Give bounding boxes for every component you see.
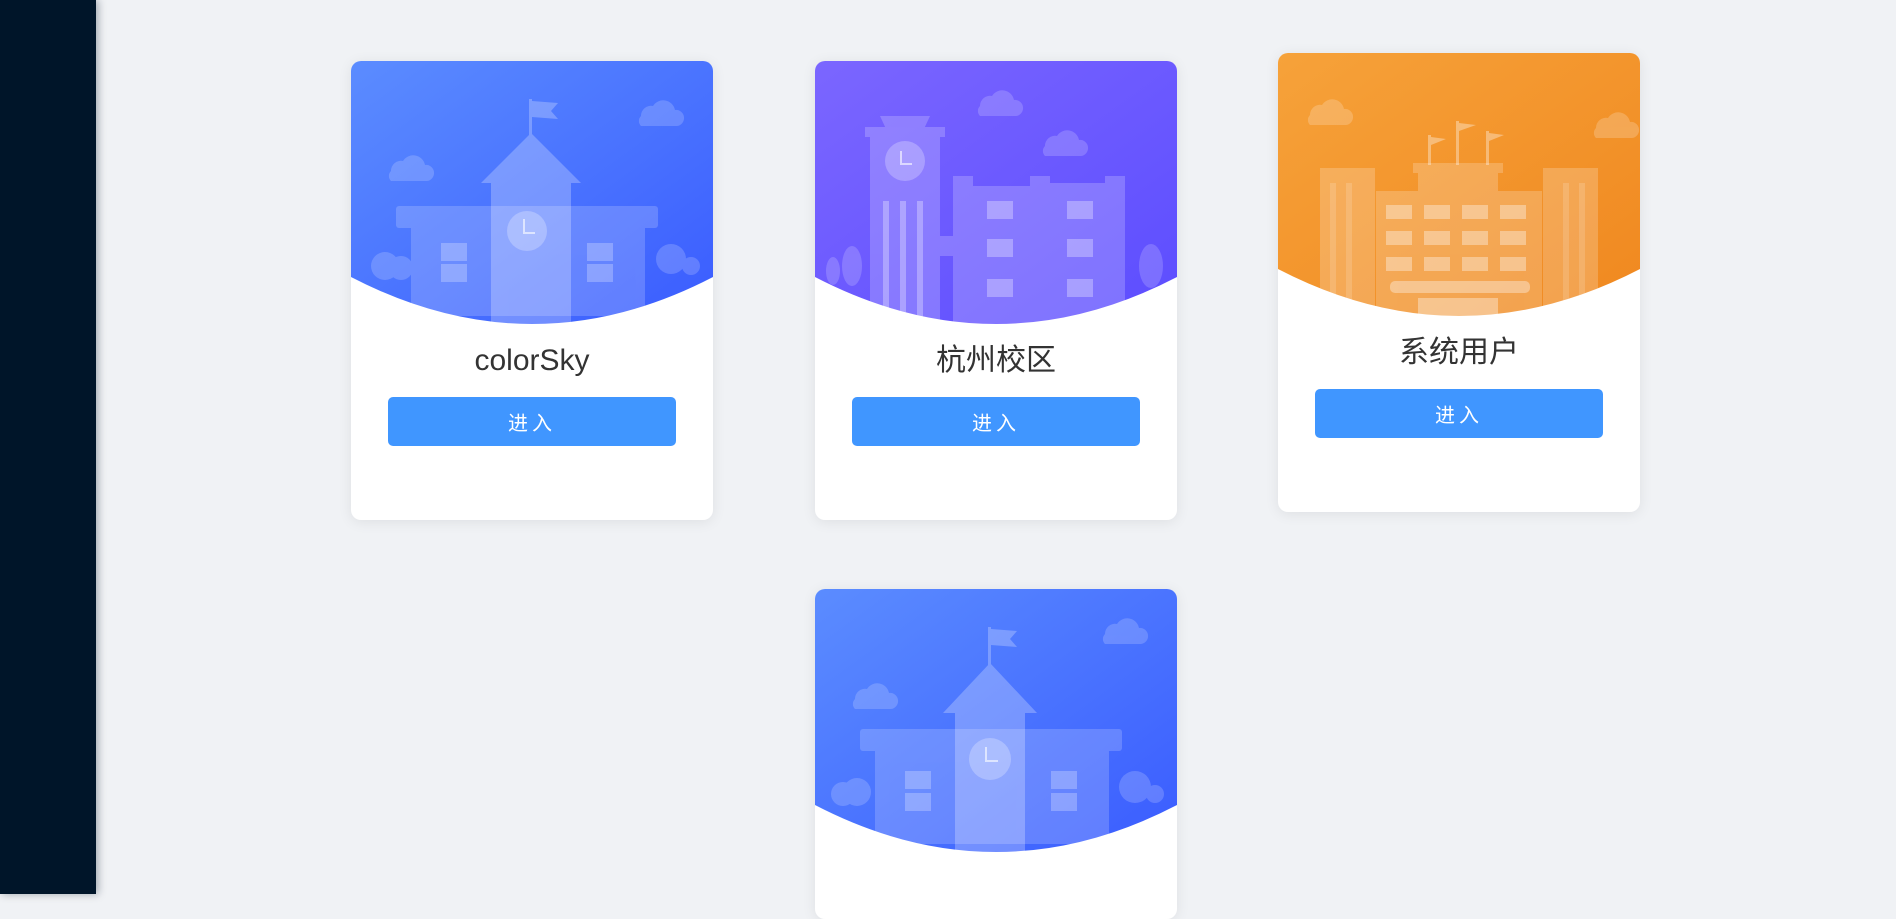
card-school[interactable] — [815, 589, 1177, 919]
enter-button[interactable]: 进入 — [388, 397, 676, 446]
card-title — [815, 869, 1177, 909]
card-colorsky[interactable]: colorSky 进入 — [351, 61, 713, 520]
card-title: 杭州校区 — [936, 344, 1056, 377]
campus-buildings-icon — [815, 61, 1177, 331]
card-system-users[interactable]: 系统用户 进入 — [1278, 53, 1640, 512]
card-title: 系统用户 — [1399, 336, 1519, 369]
sidebar — [0, 0, 96, 894]
office-building-icon — [1278, 53, 1640, 323]
school-clock-tower-icon — [351, 61, 713, 331]
card-hangzhou-campus[interactable]: 杭州校区 进入 — [815, 61, 1177, 520]
enter-button[interactable]: 进入 — [852, 397, 1140, 446]
card-title: colorSky — [474, 344, 590, 377]
enter-button[interactable]: 进入 — [1315, 389, 1603, 438]
school-clock-tower-icon — [815, 589, 1177, 859]
